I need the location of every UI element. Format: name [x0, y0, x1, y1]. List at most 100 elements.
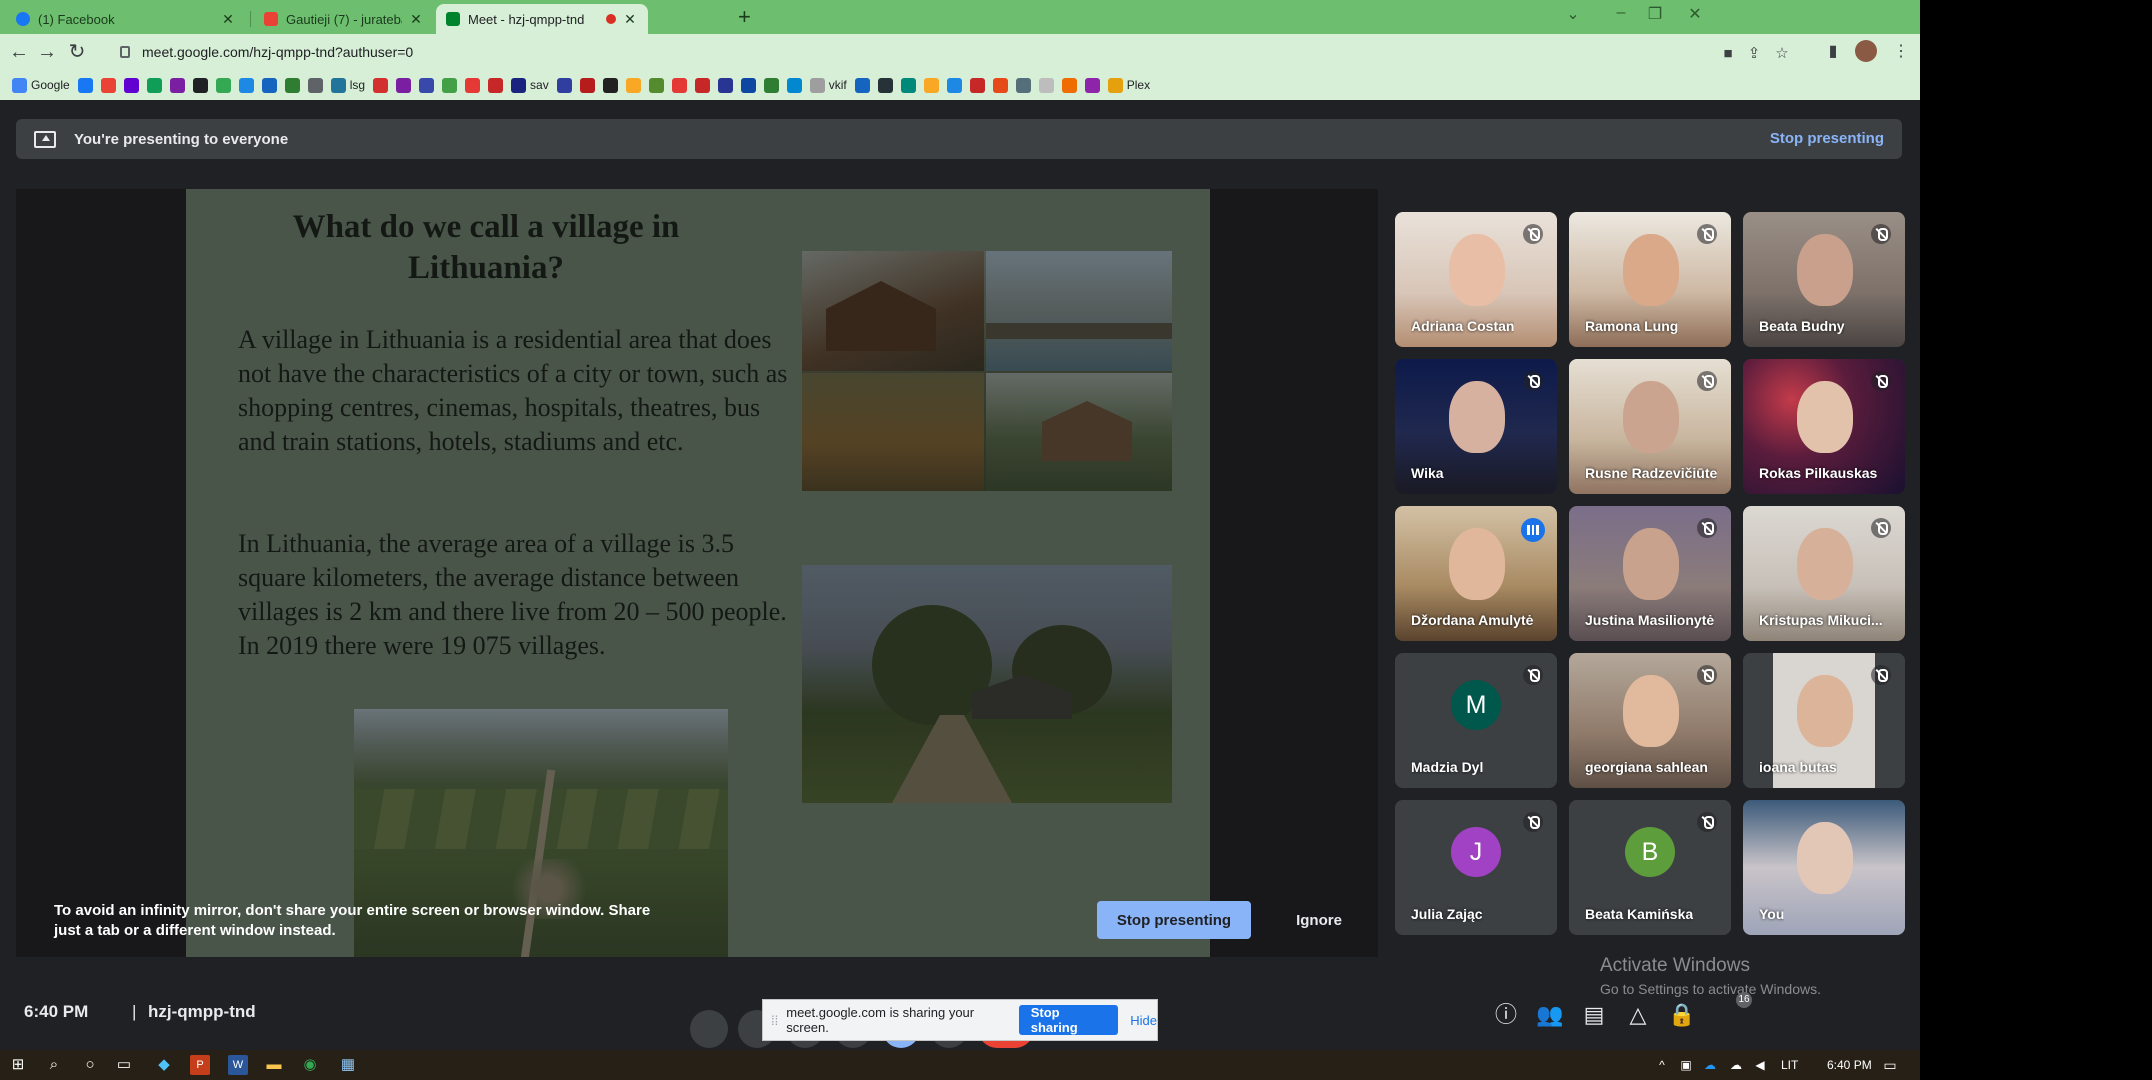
- stop-presenting-link[interactable]: Stop presenting: [1770, 130, 1884, 147]
- task-view-icon[interactable]: ▭: [114, 1055, 134, 1075]
- close-window-icon[interactable]: ✕: [1680, 4, 1710, 24]
- bookmark-item[interactable]: [1015, 77, 1031, 93]
- activities-icon[interactable]: △: [1623, 1000, 1653, 1030]
- cloud-icon[interactable]: ☁: [1726, 1055, 1746, 1075]
- bookmark-item[interactable]: [625, 77, 641, 93]
- tab-gmail[interactable]: Gautieji (7) - juratebaluke@gmail ✕: [254, 4, 434, 34]
- participant-tile[interactable]: ioana butas: [1743, 653, 1905, 788]
- bookmark-item[interactable]: [648, 77, 664, 93]
- bookmark-item[interactable]: lsg: [330, 77, 365, 93]
- bookmark-item[interactable]: [854, 77, 870, 93]
- people-icon[interactable]: 👥: [1535, 1000, 1565, 1030]
- bookmark-item[interactable]: vkif: [809, 77, 847, 93]
- bookmark-item[interactable]: [969, 77, 985, 93]
- participant-tile[interactable]: Rokas Pilkauskas: [1743, 359, 1905, 494]
- tray-arrow-icon[interactable]: ^: [1652, 1055, 1672, 1075]
- powerpoint-icon[interactable]: P: [190, 1055, 210, 1075]
- bookmark-item[interactable]: [694, 77, 710, 93]
- minimize-icon[interactable]: –: [1606, 4, 1636, 22]
- url-text[interactable]: meet.google.com/hzj-qmpp-tnd?authuser=0: [142, 44, 413, 60]
- chrome-icon[interactable]: ◉: [300, 1055, 320, 1075]
- bookmark-item[interactable]: [992, 77, 1008, 93]
- bookmark-item[interactable]: [786, 77, 802, 93]
- participant-tile[interactable]: Beata Budny: [1743, 212, 1905, 347]
- bookmark-star-icon[interactable]: ☆: [1772, 44, 1792, 64]
- bookmark-item[interactable]: [877, 77, 893, 93]
- menu-icon[interactable]: ⋮: [1888, 39, 1914, 65]
- close-tab-icon[interactable]: ✕: [408, 11, 424, 28]
- participant-tile[interactable]: Kristupas Mikuci...: [1743, 506, 1905, 641]
- windows-start-icon[interactable]: ⊞: [8, 1055, 28, 1075]
- bookmark-item[interactable]: [900, 77, 916, 93]
- bookmark-item[interactable]: [717, 77, 733, 93]
- sidebar-icon[interactable]: ▮: [1820, 39, 1846, 65]
- bookmark-item[interactable]: [923, 77, 939, 93]
- bookmark-item[interactable]: [579, 77, 595, 93]
- file-explorer-icon[interactable]: ▬: [264, 1055, 284, 1075]
- cortana-icon[interactable]: ○: [80, 1055, 100, 1075]
- bookmark-item[interactable]: [123, 77, 139, 93]
- bookmark-item[interactable]: [100, 77, 116, 93]
- taskbar-clock[interactable]: 6:40 PM: [1827, 1058, 1872, 1072]
- tab-meet[interactable]: Meet - hzj-qmpp-tnd ✕: [436, 4, 648, 34]
- hide-button[interactable]: Hide: [1130, 1013, 1157, 1028]
- bookmark-item[interactable]: [1061, 77, 1077, 93]
- participant-tile[interactable]: Justina Masilionytė: [1569, 506, 1731, 641]
- participant-tile[interactable]: Džordana Amulytė: [1395, 506, 1557, 641]
- bookmark-item[interactable]: sav: [511, 77, 549, 93]
- stop-presenting-button[interactable]: Stop presenting: [1097, 901, 1251, 939]
- bookmark-item[interactable]: [261, 77, 277, 93]
- bookmark-item[interactable]: Plex: [1107, 77, 1150, 93]
- back-icon[interactable]: ←: [6, 39, 32, 65]
- participant-tile[interactable]: M Madzia Dyl: [1395, 653, 1557, 788]
- participant-tile[interactable]: Rusne Radzevičiūte: [1569, 359, 1731, 494]
- bookmark-item[interactable]: [671, 77, 687, 93]
- close-tab-icon[interactable]: ✕: [622, 11, 638, 28]
- bookmark-item[interactable]: [215, 77, 231, 93]
- bookmark-item[interactable]: [77, 77, 93, 93]
- chat-icon[interactable]: ▤: [1579, 1000, 1609, 1030]
- onedrive-icon[interactable]: ☁: [1700, 1055, 1720, 1075]
- keyboard-language[interactable]: LIT: [1781, 1058, 1798, 1072]
- app-icon[interactable]: ◆: [154, 1055, 174, 1075]
- bookmark-item[interactable]: [419, 77, 435, 93]
- bookmark-item[interactable]: [556, 77, 572, 93]
- bookmark-item[interactable]: [396, 77, 412, 93]
- bookmark-item[interactable]: [763, 77, 779, 93]
- participant-tile[interactable]: Wika: [1395, 359, 1557, 494]
- participant-tile[interactable]: B Beata Kamińska: [1569, 800, 1731, 935]
- participant-tile[interactable]: You: [1743, 800, 1905, 935]
- ignore-button[interactable]: Ignore: [1280, 901, 1358, 939]
- bookmark-item[interactable]: [373, 77, 389, 93]
- new-tab-button[interactable]: +: [738, 6, 751, 28]
- bookmark-item[interactable]: [946, 77, 962, 93]
- reload-icon[interactable]: ↻: [64, 39, 90, 65]
- participant-tile[interactable]: georgiana sahlean: [1569, 653, 1731, 788]
- camera-icon[interactable]: ■: [1718, 44, 1738, 64]
- host-controls-icon[interactable]: 🔒: [1667, 1000, 1697, 1030]
- bookmark-item[interactable]: [1084, 77, 1100, 93]
- bookmark-item[interactable]: [442, 77, 458, 93]
- volume-icon[interactable]: ◀: [1750, 1055, 1770, 1075]
- share-icon[interactable]: ⇪: [1744, 44, 1764, 64]
- tab-facebook[interactable]: (1) Facebook ✕: [6, 4, 246, 34]
- bookmark-item[interactable]: [284, 77, 300, 93]
- address-bar[interactable]: meet.google.com/hzj-qmpp-tnd?authuser=0 …: [112, 38, 1792, 66]
- mic-toggle-button[interactable]: [690, 1010, 728, 1048]
- profile-avatar[interactable]: [1855, 40, 1877, 62]
- bookmark-item[interactable]: [740, 77, 756, 93]
- word-icon[interactable]: W: [228, 1055, 248, 1075]
- meeting-details-icon[interactable]: ⓘ: [1491, 1000, 1521, 1030]
- bookmark-item[interactable]: [192, 77, 208, 93]
- bookmark-item[interactable]: [465, 77, 481, 93]
- participant-tile[interactable]: Ramona Lung: [1569, 212, 1731, 347]
- bookmark-item[interactable]: [146, 77, 162, 93]
- bookmark-item[interactable]: Google: [12, 77, 70, 93]
- bookmark-item[interactable]: [488, 77, 504, 93]
- bookmark-item[interactable]: [1038, 77, 1054, 93]
- tray-network-icon[interactable]: ▣: [1676, 1055, 1696, 1075]
- bookmark-item[interactable]: [602, 77, 618, 93]
- participant-tile[interactable]: Adriana Costan: [1395, 212, 1557, 347]
- bookmark-item[interactable]: [238, 77, 254, 93]
- bookmark-item[interactable]: [169, 77, 185, 93]
